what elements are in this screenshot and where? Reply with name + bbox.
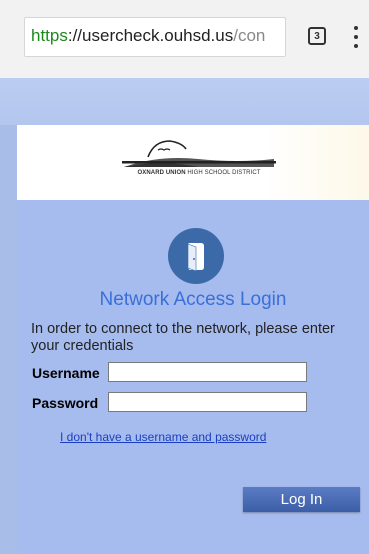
login-instructions: In order to connect to the network, plea…	[31, 321, 335, 354]
browser-toolbar: https://usercheck.ouhsd.us/con 3	[0, 0, 369, 78]
page-title: Network Access Login	[99, 289, 287, 310]
overflow-menu-icon[interactable]	[350, 26, 362, 48]
door-icon	[168, 228, 224, 284]
password-field[interactable]	[108, 392, 307, 412]
username-field[interactable]	[108, 362, 307, 382]
url-scheme: https	[31, 26, 68, 45]
login-button[interactable]: Log In	[243, 487, 360, 512]
no-account-link[interactable]: I don't have a username and password	[60, 430, 266, 444]
url-separator: ://	[67, 26, 83, 45]
bird-landscape-logo-icon	[122, 140, 276, 167]
password-label: Password	[32, 395, 99, 411]
tab-count: 3	[314, 30, 320, 42]
district-logo: OXNARD UNION HIGH SCHOOL DISTRICT	[118, 137, 280, 187]
username-label: Username	[32, 365, 100, 381]
url-host: usercheck.ouhsd.us	[82, 26, 234, 45]
tab-switcher-button[interactable]: 3	[308, 27, 326, 45]
url-text[interactable]: https://usercheck.ouhsd.us/con	[31, 26, 265, 46]
address-bar[interactable]: https://usercheck.ouhsd.us/con	[24, 17, 286, 57]
district-name: OXNARD UNION HIGH SCHOOL DISTRICT	[137, 170, 261, 176]
page-header-band	[0, 78, 369, 125]
url-path: /con	[233, 26, 266, 45]
